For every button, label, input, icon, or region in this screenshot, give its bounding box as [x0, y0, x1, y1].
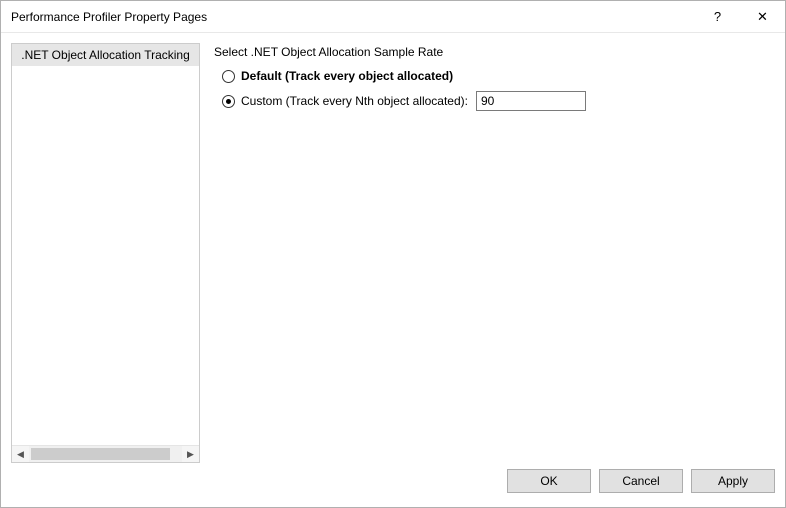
section-title: Select .NET Object Allocation Sample Rat… — [214, 45, 771, 59]
radio-custom[interactable] — [222, 95, 235, 108]
sidebar: .NET Object Allocation Tracking ◀ ▶ — [11, 43, 200, 463]
sidebar-horizontal-scrollbar[interactable]: ◀ ▶ — [12, 445, 199, 462]
close-button[interactable]: ✕ — [740, 2, 785, 32]
radio-default-row[interactable]: Default (Track every object allocated) — [222, 69, 771, 83]
sidebar-item-label: .NET Object Allocation Tracking — [21, 48, 190, 62]
scroll-left-button[interactable]: ◀ — [12, 446, 29, 463]
sidebar-list: .NET Object Allocation Tracking — [12, 44, 199, 445]
cancel-button-label: Cancel — [622, 474, 659, 488]
cancel-button[interactable]: Cancel — [599, 469, 683, 493]
window-title: Performance Profiler Property Pages — [11, 10, 695, 24]
custom-value-input[interactable] — [476, 91, 586, 111]
scroll-thumb[interactable] — [31, 448, 170, 460]
scroll-track[interactable] — [29, 446, 182, 462]
radio-custom-label: Custom (Track every Nth object allocated… — [241, 94, 468, 108]
radio-default[interactable] — [222, 70, 235, 83]
radio-custom-row[interactable]: Custom (Track every Nth object allocated… — [222, 91, 771, 111]
dialog-footer: OK Cancel Apply — [1, 463, 785, 507]
sidebar-item-net-object-allocation-tracking[interactable]: .NET Object Allocation Tracking — [12, 44, 199, 66]
close-icon: ✕ — [757, 9, 768, 25]
apply-button[interactable]: Apply — [691, 469, 775, 493]
content-panel: Select .NET Object Allocation Sample Rat… — [210, 43, 775, 463]
radio-default-label: Default (Track every object allocated) — [241, 69, 453, 83]
dialog-body: .NET Object Allocation Tracking ◀ ▶ Sele… — [1, 33, 785, 463]
ok-button-label: OK — [540, 474, 557, 488]
dialog-window: Performance Profiler Property Pages ? ✕ … — [0, 0, 786, 508]
help-icon: ? — [714, 9, 721, 24]
titlebar: Performance Profiler Property Pages ? ✕ — [1, 1, 785, 33]
ok-button[interactable]: OK — [507, 469, 591, 493]
scroll-right-button[interactable]: ▶ — [182, 446, 199, 463]
apply-button-label: Apply — [718, 474, 748, 488]
chevron-left-icon: ◀ — [17, 449, 24, 460]
help-button[interactable]: ? — [695, 2, 740, 32]
chevron-right-icon: ▶ — [187, 449, 194, 460]
